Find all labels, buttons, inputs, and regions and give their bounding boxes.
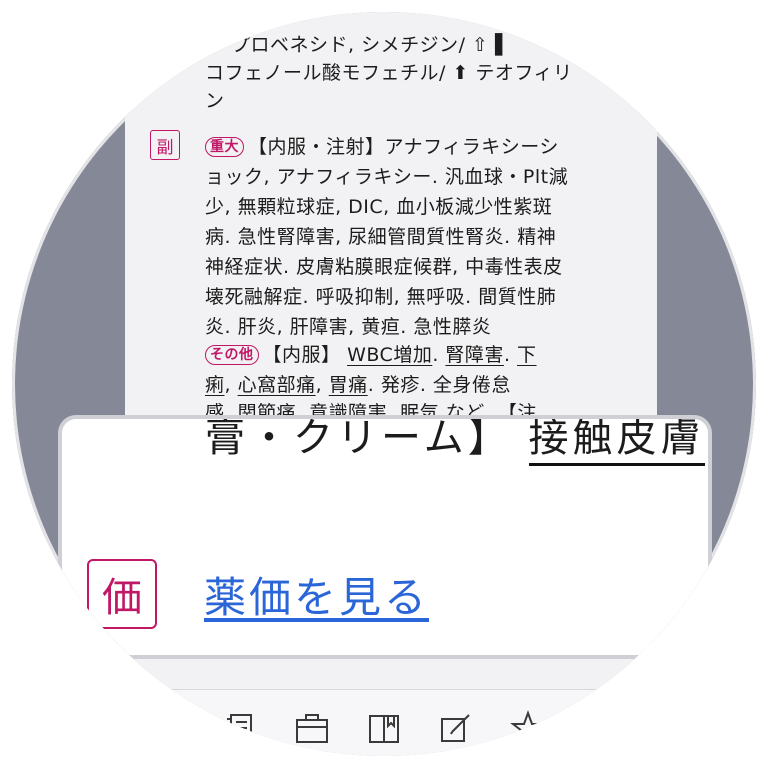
link-wbc-increase[interactable]: WBC増加 [347, 344, 432, 366]
popup-partial-text: 膏・クリーム】 接触皮膚 [205, 419, 705, 466]
magnifier-circle: 〕 プロベネシド, シメチジン/ ⇧ ▌ コフェノール酸モフェチル/ ⬆ テオフ… [12, 12, 756, 756]
link-renal-disorder[interactable]: 腎障害 [445, 344, 504, 366]
bottom-toolbar [12, 689, 756, 756]
sep: . [503, 344, 511, 366]
severe-tag: 重大 [205, 137, 244, 157]
other-line-2: 痢, 心窩部痛, 胃痛. 発疹. 全身倦怠 [205, 370, 511, 397]
view-price-link[interactable]: 薬価を見る [204, 564, 429, 625]
other-rest: . 発疹. 全身倦怠 [367, 374, 511, 396]
severe-line-2: 少, 無顆粒球症, DIC, 血小板減少性紫斑 [205, 196, 553, 218]
severe-line-5: 壊死融解症. 呼吸抑制, 無呼吸. 間質性肺 [205, 286, 557, 308]
popup-text-b[interactable]: 接触皮膚 [528, 419, 705, 466]
link-stomach-pain[interactable]: 胃痛 [329, 374, 368, 396]
link-diarrhea-start[interactable]: 下 [517, 344, 537, 366]
book-icon[interactable] [366, 710, 402, 746]
link-epigastric-pain[interactable]: 心窩部痛 [238, 374, 316, 396]
other-tag: その他 [205, 345, 259, 365]
edit-icon[interactable] [438, 710, 474, 746]
magnified-popup: 膏・クリーム】 接触皮膚 価 薬価を見る [62, 419, 708, 655]
severe-line-3: 病. 急性腎障害, 尿細管間質性腎炎. 精神 [205, 226, 557, 248]
sep: . [432, 344, 439, 366]
severe-line-0: 重大 【内服・注射】アナフィラキシーシ [205, 132, 559, 159]
other-line-1: その他 【内服】 WBC増加. 腎障害. 下 [205, 340, 537, 367]
severe-text-0: 【内服・注射】アナフィラキシーシ [248, 136, 559, 158]
briefcase-icon[interactable] [294, 710, 330, 746]
interaction-line-2: コフェノール酸モフェチル/ ⬆ テオフィリ [205, 62, 573, 84]
interaction-line-1: 〕 プロベネシド, シメチジン/ ⇧ ▌ [205, 34, 511, 56]
star-icon[interactable] [510, 710, 546, 746]
link-diarrhea-end[interactable]: 痢 [205, 374, 225, 396]
interaction-line-3: ン [205, 90, 225, 112]
side-effects-icon: 副 [150, 130, 180, 160]
sep: , [315, 374, 323, 396]
price-icon: 価 [87, 559, 157, 629]
other-prefix: 【内服】 [262, 344, 341, 366]
severe-line-4: 神経症状. 皮膚粘膜眼症候群, 中毒性表皮 [205, 256, 563, 278]
severe-line-6: 炎. 肝炎, 肝障害, 黄疸. 急性膵炎 [205, 316, 492, 338]
severe-line-1: ョック, アナフィラキシー. 汎血球・Plt減 [205, 166, 569, 188]
popup-text-a: 膏・クリーム】 [205, 419, 512, 461]
list-icon[interactable] [222, 710, 258, 746]
sep: , [224, 374, 232, 396]
